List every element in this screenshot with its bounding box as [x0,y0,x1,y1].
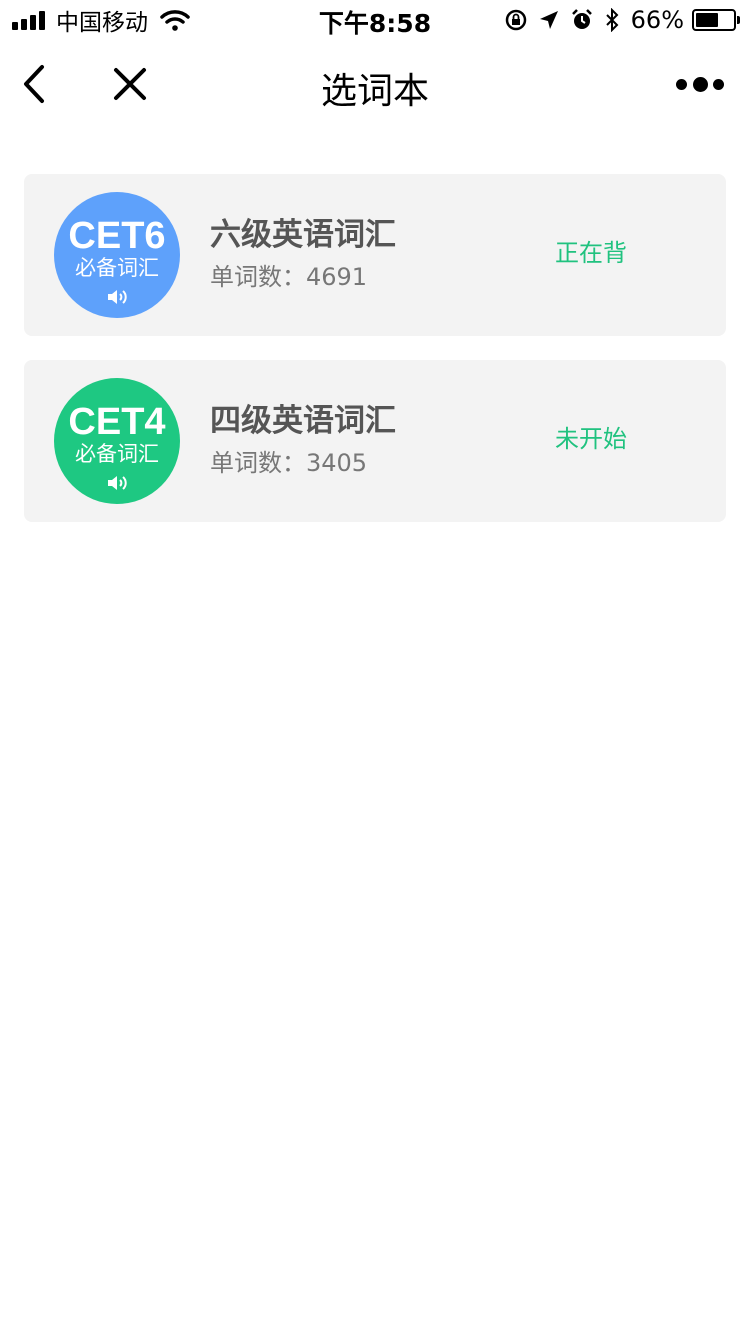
badge-code: CET4 [68,401,166,443]
word-count-value: 4691 [306,263,368,291]
battery-icon [692,9,740,31]
more-icon[interactable] [676,76,724,92]
word-count-label: 单词数： [210,449,306,477]
speaker-icon[interactable] [107,288,129,306]
alarm-icon [571,9,593,31]
location-icon [539,10,559,30]
wordbook-title: 六级英语词汇 [210,217,396,253]
badge-subtitle: 必备词汇 [75,256,159,280]
page-title: 选词本 [320,71,429,112]
more-dot [713,78,724,90]
word-count-label: 单词数： [210,263,306,291]
more-dot [692,76,708,92]
status-bar: 中国移动 下午8:58 66% [0,0,750,40]
status-bar-right: 66% [493,6,740,34]
word-count: 单词数： 3405 [210,448,367,478]
word-count: 单词数： 4691 [210,262,367,292]
battery-percent: 66% [630,6,684,34]
badge-subtitle: 必备词汇 [75,442,159,466]
speaker-icon[interactable] [107,474,129,492]
badge-code: CET6 [68,215,166,257]
wordbook-status: 正在背 [555,239,627,267]
more-dot [676,78,687,90]
orientation-lock-icon [505,9,527,31]
battery-nub [737,16,740,24]
wordbook-badge: CET4 必备词汇 [54,378,180,504]
word-count-value: 3405 [306,449,368,477]
bluetooth-icon [605,8,619,32]
wordbook-status: 未开始 [555,425,627,453]
wordbook-card-cet6[interactable]: CET6 必备词汇 六级英语词汇 单词数： 4691 正在背 [24,174,726,336]
wordbook-title: 四级英语词汇 [210,403,396,439]
wordbook-card-cet4[interactable]: CET4 必备词汇 四级英语词汇 单词数： 3405 未开始 [24,360,726,522]
battery-fill [696,13,718,27]
wordbook-badge: CET6 必备词汇 [54,192,180,318]
nav-bar: 选词本 [0,40,750,130]
